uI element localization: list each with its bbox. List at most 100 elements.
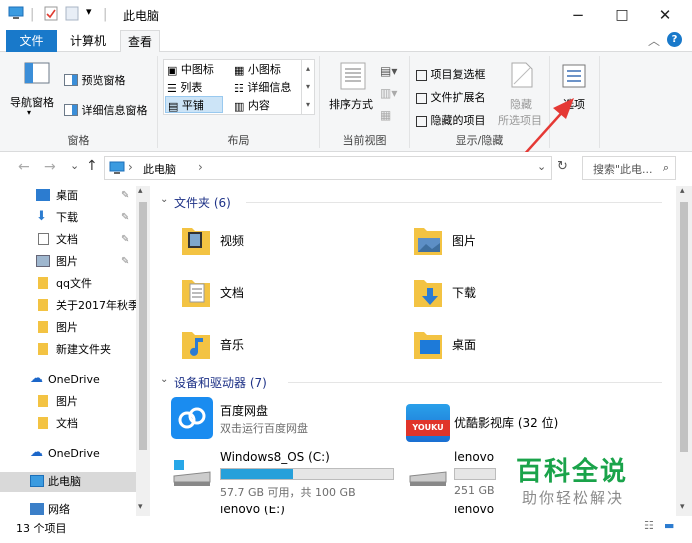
nav-item-label: qq文件 [56, 277, 92, 290]
address-dropdown-icon[interactable]: ⌄ [537, 160, 546, 173]
nav-item-folder[interactable]: 关于2017年秋季 [0, 296, 136, 316]
nav-item-label: 图片 [56, 321, 78, 334]
nav-item-onedrive[interactable]: ☁ OneDrive [0, 444, 136, 464]
folder-icon [38, 395, 48, 407]
device-description: 双击运行百度网盘 [220, 422, 308, 435]
drive-windows-icon [173, 460, 211, 486]
nav-item-network[interactable]: 网络 [0, 500, 136, 516]
pin-icon: ✎ [121, 212, 130, 223]
drive-name: lenovo [454, 506, 495, 516]
recent-locations-button[interactable]: ⌄ [70, 159, 79, 172]
nav-item-folder[interactable]: 新建文件夹 [0, 340, 136, 360]
baidu-netdisk-icon [171, 397, 213, 439]
cloud-icon: ☁ [30, 445, 43, 460]
navigation-pane: 桌面 ✎ ⬇ 下载 ✎ 文档 ✎ 图片 ✎ qq文件 关于2017年秋季 图片 新建文件夹… [0, 186, 150, 516]
music-folder-icon [182, 332, 210, 359]
folder-videos[interactable]: 视频 [180, 218, 380, 264]
devices-section-header[interactable]: 设备和驱动器 (7) [174, 374, 267, 391]
document-icon [38, 233, 49, 245]
up-button[interactable]: ↑ [86, 158, 98, 174]
nav-item-label: 图片 [56, 255, 78, 268]
folder-pictures[interactable]: 图片 [412, 218, 612, 264]
pin-icon: ✎ [121, 190, 130, 201]
nav-item-label: 桌面 [56, 189, 78, 202]
drive-usage-bar [220, 468, 394, 480]
scroll-up-icon[interactable]: ▴ [680, 186, 685, 196]
search-input[interactable]: 搜索"此电... ⌕ [582, 156, 676, 180]
address-bar[interactable]: › 此电脑 › ⌄ [104, 156, 552, 180]
section-divider [246, 202, 662, 203]
folder-icon [38, 321, 48, 333]
device-baidu-netdisk[interactable]: 百度网盘 双击运行百度网盘 [170, 396, 390, 442]
address-chevron-icon[interactable]: › [198, 160, 203, 174]
folder-label: 文档 [220, 286, 245, 300]
watermark-title: 百科全说 [516, 457, 629, 487]
back-button[interactable]: ← [18, 159, 30, 175]
address-chevron-icon[interactable]: › [128, 160, 133, 174]
drive-e[interactable]: lenovo (E:) [220, 506, 340, 516]
nav-item-label: 此电脑 [48, 475, 81, 488]
desktop-icon [36, 189, 50, 201]
nav-item-label: OneDrive [48, 447, 100, 460]
pictures-folder-icon [414, 228, 442, 255]
details-view-icon[interactable]: ☷ [644, 519, 654, 532]
nav-item-folder[interactable]: qq文件 [0, 274, 136, 294]
folder-desktop[interactable]: 桌面 [412, 322, 612, 368]
scroll-down-icon[interactable]: ▾ [680, 502, 685, 512]
folder-downloads[interactable]: 下载 [412, 270, 612, 316]
watermark: 百科全说 助你轻松解决 [508, 451, 648, 513]
refresh-button[interactable]: ↻ [557, 159, 568, 174]
search-icon: ⌕ [662, 161, 669, 174]
drive-name: Windows8_OS (C:) [220, 450, 330, 464]
documents-folder-icon [182, 280, 210, 307]
cloud-icon: ☁ [30, 371, 43, 386]
device-youku[interactable]: YOUKU 优酷影视库 (32 位) [406, 404, 666, 450]
collapse-folders-icon[interactable]: ⌄ [160, 194, 168, 205]
folder-documents[interactable]: 文档 [180, 270, 380, 316]
scroll-down-icon[interactable]: ▾ [138, 502, 143, 512]
pin-icon: ✎ [121, 256, 130, 267]
folder-label: 下载 [452, 286, 477, 300]
folder-label: 桌面 [452, 338, 477, 352]
folder-music[interactable]: 音乐 [180, 322, 380, 368]
drive-c[interactable]: Windows8_OS (C:) 57.7 GB 可用，共 100 GB [170, 448, 400, 499]
large-icons-view-icon[interactable]: ▬ [664, 519, 674, 532]
nav-item-folder[interactable]: 图片 [0, 392, 136, 412]
scroll-up-icon[interactable]: ▴ [138, 186, 143, 196]
nav-item-folder[interactable]: 图片 [0, 318, 136, 338]
forward-button[interactable]: → [44, 159, 56, 175]
scroll-thumb[interactable] [139, 202, 147, 450]
scroll-thumb[interactable] [680, 202, 688, 452]
nav-item-downloads[interactable]: ⬇ 下载 ✎ [0, 208, 136, 228]
nav-item-documents[interactable]: 文档 ✎ [0, 230, 136, 250]
folder-icon [38, 417, 48, 429]
drive-f[interactable]: lenovo [454, 506, 514, 516]
navigation-pane-scrollbar[interactable]: ▴ ▾ [136, 186, 150, 516]
nav-item-onedrive[interactable]: ☁ OneDrive [0, 370, 136, 390]
nav-item-this-pc[interactable]: 此电脑 [0, 472, 136, 492]
nav-item-label: 文档 [56, 417, 78, 430]
nav-item-pictures[interactable]: 图片 ✎ [0, 252, 136, 272]
nav-item-label: 下载 [56, 211, 78, 224]
download-arrow-icon: ⬇ [36, 209, 47, 224]
videos-folder-icon [182, 228, 210, 255]
folder-icon [38, 299, 48, 311]
nav-item-label: 图片 [56, 395, 78, 408]
watermark-subtitle: 助你轻松解决 [522, 489, 625, 507]
collapse-devices-icon[interactable]: ⌄ [160, 374, 168, 385]
folder-icon [38, 343, 48, 355]
content-scrollbar[interactable]: ▴ ▾ [676, 186, 692, 516]
nav-item-label: 新建文件夹 [56, 343, 111, 356]
drive-free-space: 251 GB [454, 484, 495, 497]
address-computer-icon [109, 161, 125, 178]
drive-usage-bar [454, 468, 496, 480]
address-path[interactable]: 此电脑 [143, 161, 176, 177]
computer-icon [30, 475, 44, 487]
folder-label: 图片 [452, 234, 477, 248]
drive-free-space: 57.7 GB 可用，共 100 GB [220, 486, 356, 499]
downloads-folder-icon [414, 280, 442, 307]
nav-item-folder[interactable]: 文档 [0, 414, 136, 434]
drive-lenovo[interactable]: lenovo 251 GB [406, 448, 506, 497]
folders-section-header[interactable]: 文件夹 (6) [174, 194, 231, 211]
nav-item-desktop[interactable]: 桌面 ✎ [0, 186, 136, 206]
